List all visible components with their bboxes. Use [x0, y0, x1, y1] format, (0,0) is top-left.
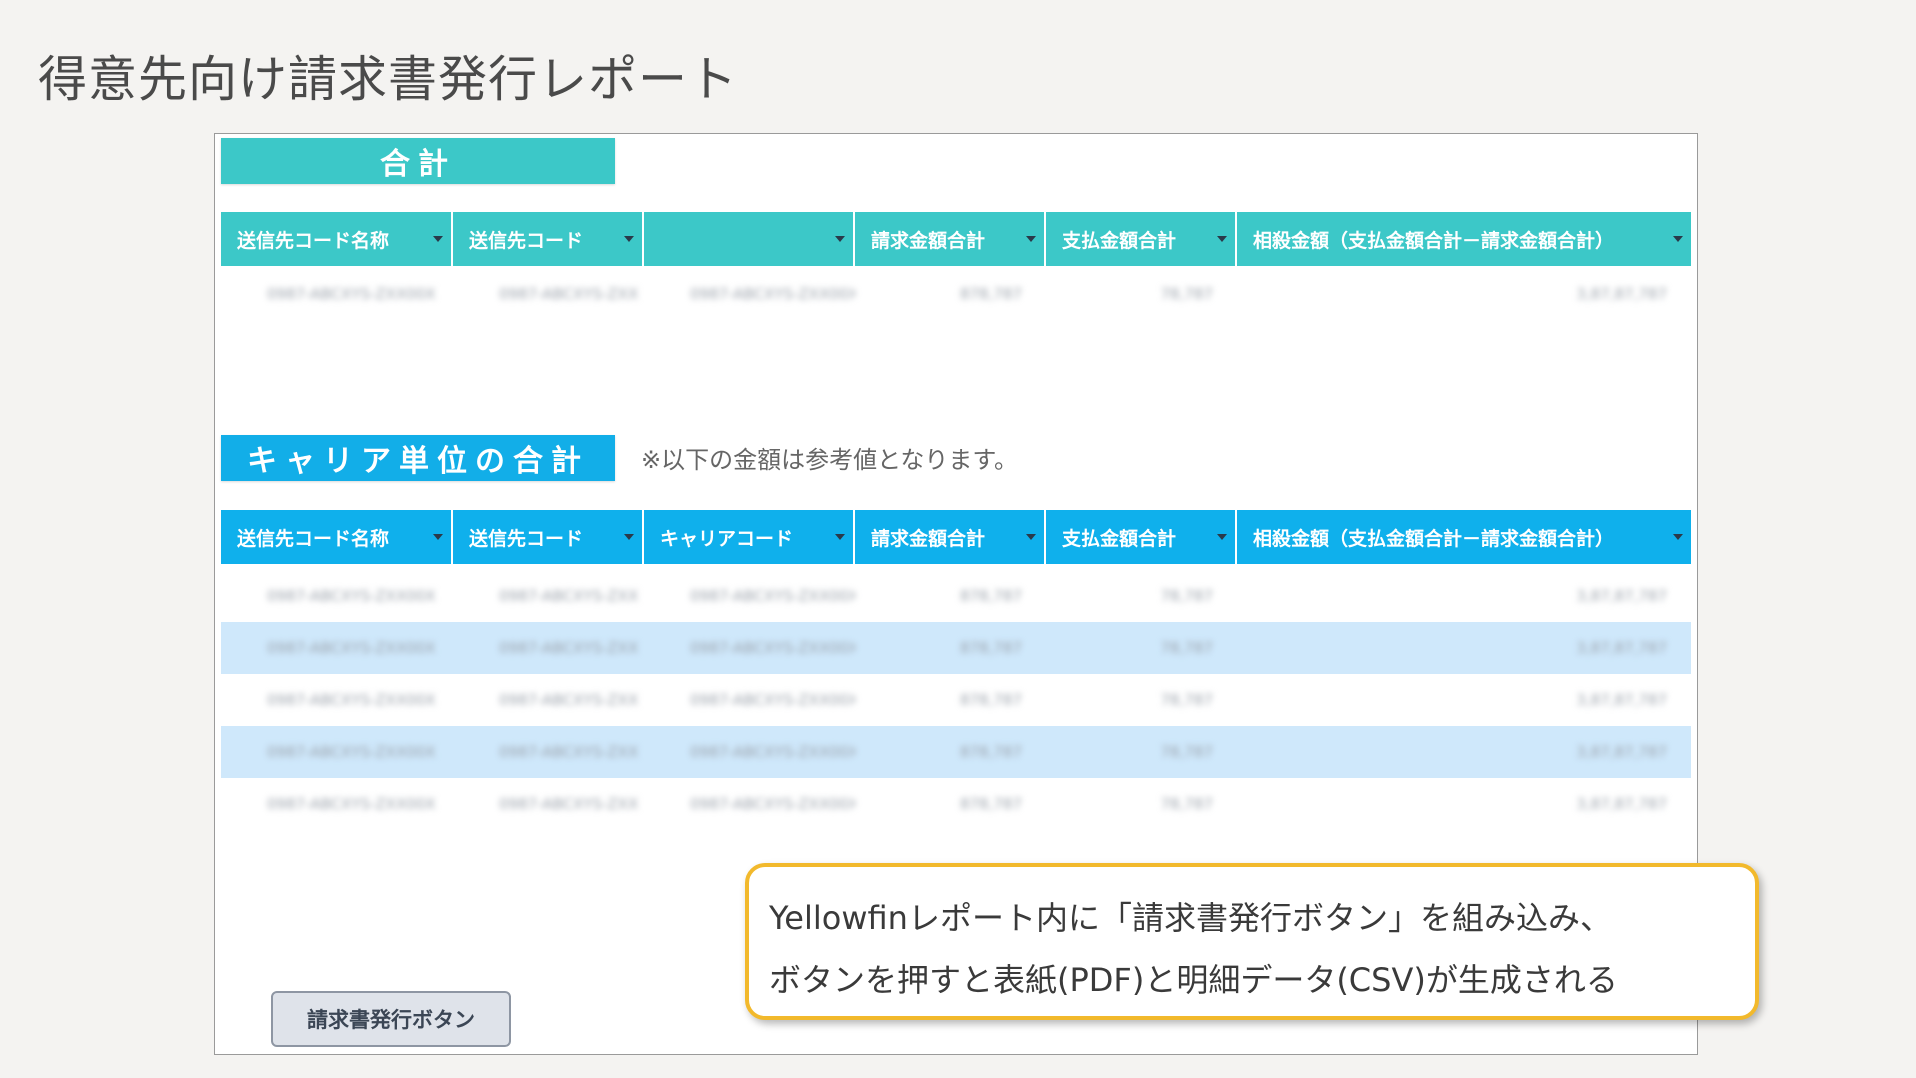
callout-box: Yellowfinレポート内に「請求書発行ボタン」を組み込み、 ボタンを押すと表… — [745, 863, 1759, 1020]
table-cell: 0987-ABCXYS-ZXX00X — [690, 587, 855, 605]
table-cell: 0987-ABCXYS-ZXX00X — [690, 639, 855, 657]
table-cell: 3,87,87,787 — [1576, 639, 1667, 657]
table-cell: 0987-ABCXYS-ZXX — [499, 639, 639, 657]
column-header[interactable] — [644, 212, 855, 266]
column-header-label: 支払金額合計 — [1062, 229, 1177, 252]
sort-arrow-icon[interactable] — [433, 236, 443, 242]
sort-arrow-icon[interactable] — [1217, 534, 1227, 540]
summary-table-header: 送信先コード名称 送信先コード 請求金額合計 支払金額合計 相殺金額（支払金額合… — [221, 212, 1691, 266]
column-header-label: 支払金額合計 — [1062, 527, 1177, 550]
table-cell: 878,787 — [959, 639, 1022, 657]
table-cell: 878,787 — [959, 587, 1022, 605]
table-cell: 878,787 — [959, 743, 1022, 761]
table-cell: 78,787 — [1160, 691, 1214, 709]
table-row[interactable]: 0987-ABCXYS-ZXX00X 0987-ABCXYS-ZXX 0987-… — [221, 622, 1691, 674]
table-cell: 3,87,87,787 — [1576, 587, 1667, 605]
column-header-label: 送信先コード名称 — [237, 527, 390, 550]
table-cell: 78,787 — [1160, 795, 1214, 813]
column-header[interactable]: 送信先コード — [453, 510, 644, 564]
table-cell: 0987-ABCXYS-ZXX00X — [690, 285, 855, 303]
carrier-banner: キャリア単位の合計 — [221, 435, 615, 481]
table-row[interactable]: 0987-ABCXYS-ZXX00X 0987-ABCXYS-ZXX 0987-… — [221, 726, 1691, 778]
column-header-label: 請求金額合計 — [871, 527, 986, 550]
column-header-label: 相殺金額（支払金額合計－請求金額合計） — [1253, 229, 1615, 252]
table-cell: 3,87,87,787 — [1576, 795, 1667, 813]
table-cell: 3,87,87,787 — [1576, 743, 1667, 761]
slide-title: 得意先向け請求書発行レポート — [38, 51, 739, 108]
table-cell: 0987-ABCXYS-ZXX00X — [690, 795, 855, 813]
summary-banner: 合計 — [221, 138, 615, 184]
table-cell: 0987-ABCXYS-ZXX00X — [267, 587, 436, 605]
sort-arrow-icon[interactable] — [1026, 534, 1036, 540]
column-header[interactable]: 相殺金額（支払金額合計－請求金額合計） — [1237, 510, 1691, 564]
callout-line: Yellowfinレポート内に「請求書発行ボタン」を組み込み、 — [769, 899, 1612, 937]
callout-line: ボタンを押すと表紙(PDF)と明細データ(CSV)が生成される — [769, 961, 1618, 999]
table-cell: 3,87,87,787 — [1576, 691, 1667, 709]
sort-arrow-icon[interactable] — [624, 236, 634, 242]
table-cell: 0987-ABCXYS-ZXX — [499, 285, 639, 303]
summary-table: 送信先コード名称 送信先コード 請求金額合計 支払金額合計 相殺金額（支払金額合… — [221, 212, 1691, 320]
table-cell: 0987-ABCXYS-ZXX00X — [267, 691, 436, 709]
issue-invoice-button[interactable]: 請求書発行ボタン — [271, 991, 511, 1047]
sort-arrow-icon[interactable] — [1673, 236, 1683, 242]
sort-arrow-icon[interactable] — [835, 236, 845, 242]
column-header-label: 送信先コード — [469, 527, 584, 550]
column-header[interactable]: 支払金額合計 — [1046, 510, 1237, 564]
table-cell: 0987-ABCXYS-ZXX — [499, 691, 639, 709]
table-cell: 0987-ABCXYS-ZXX — [499, 795, 639, 813]
sort-arrow-icon[interactable] — [1217, 236, 1227, 242]
table-cell: 0987-ABCXYS-ZXX00X — [690, 691, 855, 709]
table-cell: 0987-ABCXYS-ZXX00X — [267, 743, 436, 761]
column-header-label: キャリアコード — [660, 527, 794, 550]
table-cell: 0987-ABCXYS-ZXX00X — [267, 639, 436, 657]
table-cell: 3,87,87,787 — [1576, 285, 1667, 303]
column-header[interactable]: 送信先コード名称 — [221, 510, 453, 564]
table-cell: 78,787 — [1160, 587, 1214, 605]
column-header-label: 送信先コード名称 — [237, 229, 390, 252]
carrier-table-header: 送信先コード名称 送信先コード キャリアコード 請求金額合計 支払金額合計 相殺… — [221, 510, 1691, 564]
sort-arrow-icon[interactable] — [624, 534, 634, 540]
column-header[interactable]: 支払金額合計 — [1046, 212, 1237, 266]
column-header-label: 相殺金額（支払金額合計－請求金額合計） — [1253, 527, 1615, 550]
carrier-table: 送信先コード名称 送信先コード キャリアコード 請求金額合計 支払金額合計 相殺… — [221, 510, 1691, 830]
table-cell: 878,787 — [959, 691, 1022, 709]
sort-arrow-icon[interactable] — [1026, 236, 1036, 242]
table-cell: 0987-ABCXYS-ZXX — [499, 587, 639, 605]
table-cell: 0987-ABCXYS-ZXX — [499, 743, 639, 761]
sort-arrow-icon[interactable] — [433, 534, 443, 540]
column-header[interactable]: 送信先コード名称 — [221, 212, 453, 266]
table-cell: 78,787 — [1160, 743, 1214, 761]
table-cell: 878,787 — [959, 285, 1022, 303]
sort-arrow-icon[interactable] — [1673, 534, 1683, 540]
table-cell: 78,787 — [1160, 285, 1214, 303]
column-header-label: 送信先コード — [469, 229, 584, 252]
table-row[interactable]: 0987-ABCXYS-ZXX00X 0987-ABCXYS-ZXX 0987-… — [221, 674, 1691, 726]
table-row[interactable]: 0987-ABCXYS-ZXX00X 0987-ABCXYS-ZXX 0987-… — [221, 778, 1691, 830]
sort-arrow-icon[interactable] — [835, 534, 845, 540]
column-header[interactable]: 相殺金額（支払金額合計－請求金額合計） — [1237, 212, 1691, 266]
column-header[interactable]: 送信先コード — [453, 212, 644, 266]
column-header-label: 請求金額合計 — [871, 229, 986, 252]
table-cell: 878,787 — [959, 795, 1022, 813]
table-cell: 0987-ABCXYS-ZXX00X — [267, 795, 436, 813]
table-cell: 0987-ABCXYS-ZXX00X — [690, 743, 855, 761]
table-row[interactable]: 0987-ABCXYS-ZXX00X 0987-ABCXYS-ZXX 0987-… — [221, 570, 1691, 622]
column-header[interactable]: 請求金額合計 — [855, 510, 1046, 564]
table-cell: 78,787 — [1160, 639, 1214, 657]
column-header[interactable]: キャリアコード — [644, 510, 855, 564]
table-row[interactable]: 0987-ABCXYS-ZXX00X 0987-ABCXYS-ZXX 0987-… — [221, 268, 1691, 320]
table-cell: 0987-ABCXYS-ZXX00X — [267, 285, 436, 303]
column-header[interactable]: 請求金額合計 — [855, 212, 1046, 266]
reference-note: ※以下の金額は参考値となります。 — [641, 446, 1018, 474]
